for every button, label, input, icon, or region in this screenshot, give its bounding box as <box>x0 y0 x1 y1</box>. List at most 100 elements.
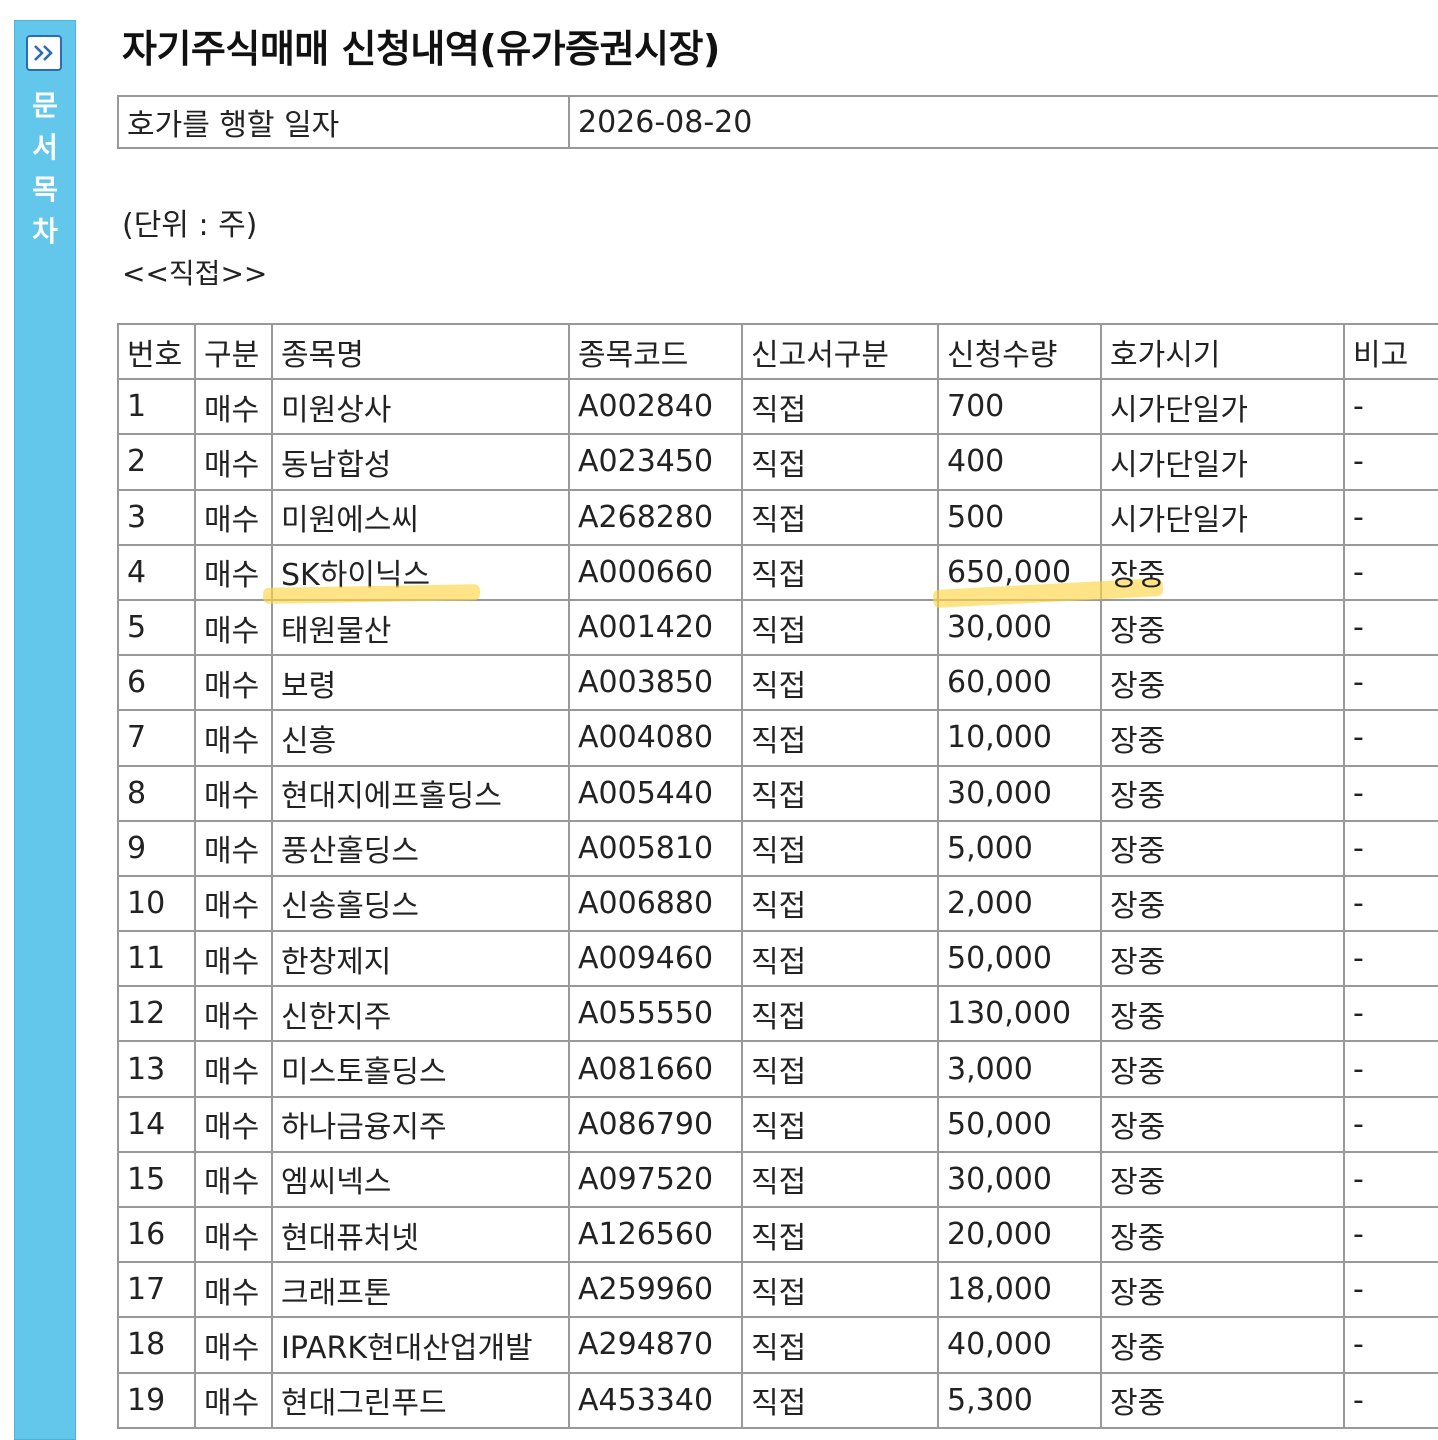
cell-note-text: - <box>1353 1327 1364 1363</box>
toc-label-char: 목 <box>32 173 58 206</box>
cell-name: 크래프톤 <box>271 1261 570 1319</box>
cell-note-text: - <box>1353 996 1364 1032</box>
cell-report: 직접 <box>741 874 939 933</box>
cell-timing-text: 시가단일가 <box>1110 447 1248 483</box>
cell-code-text: A005440 <box>578 775 714 811</box>
page-title: 자기주식매매 신청내역(유가증권시장) <box>122 27 720 71</box>
cell-name-text: 미원에스씨 <box>281 503 419 539</box>
cell-report: 직접 <box>741 598 939 657</box>
cell-qty-text: 30,000 <box>947 1161 1052 1197</box>
cell-no: 6 <box>117 654 196 712</box>
cell-code: A453340 <box>568 1371 743 1429</box>
cell-name: 미스토홀딩스 <box>271 1040 570 1098</box>
cell-qty: 60,000 <box>937 654 1102 712</box>
cell-name: SK하이닉스 <box>271 543 570 601</box>
toc-label[interactable]: 문 서 목 차 <box>15 85 75 253</box>
cell-code-text: A002840 <box>578 389 714 425</box>
toc-label-char: 서 <box>32 131 58 164</box>
cell-timing: 장중 <box>1100 1371 1345 1429</box>
cell-name-text: 하나금융지주 <box>281 1110 447 1146</box>
cell-code-text: A023450 <box>578 444 714 480</box>
cell-name: 엠씨넥스 <box>271 1150 570 1209</box>
cell-note-text: - <box>1353 444 1364 480</box>
cell-no: 7 <box>117 709 196 767</box>
cell-type-text: 매수 <box>204 723 260 759</box>
cell-type-text: 매수 <box>204 1220 260 1256</box>
table-row: 16 매수 현대퓨처넷 A126560 직접 20,000 장중 - <box>117 1205 1438 1264</box>
order-date-label: 호가를 행할 일자 <box>117 95 570 149</box>
cell-code-text: A126560 <box>578 1217 714 1253</box>
cell-code-text: A004080 <box>578 720 714 756</box>
order-date-row: 호가를 행할 일자 2026-08-20 <box>117 95 1438 149</box>
cell-type: 매수 <box>194 819 273 877</box>
cell-timing-text: 장중 <box>1110 723 1166 759</box>
cell-report-text: 직접 <box>751 944 807 980</box>
cell-qty-text: 650,000 <box>947 554 1072 590</box>
cell-qty-text: 130,000 <box>947 996 1072 1032</box>
cell-no-text: 16 <box>127 1217 166 1253</box>
cell-no-text: 15 <box>127 1161 166 1197</box>
cell-code-text: A001420 <box>578 610 714 646</box>
cell-code-text: A006880 <box>578 885 714 921</box>
cell-name: 보령 <box>271 654 570 712</box>
cell-timing: 장중 <box>1100 1040 1345 1098</box>
cell-qty: 5,000 <box>937 819 1102 877</box>
cell-report: 직접 <box>741 1205 939 1264</box>
cell-name: 하나금융지주 <box>271 1095 570 1153</box>
cell-type-text: 매수 <box>204 1110 260 1146</box>
cell-report: 직접 <box>741 985 939 1043</box>
cell-timing-text: 장중 <box>1110 999 1166 1035</box>
cell-code: A081660 <box>568 1040 743 1098</box>
cell-qty: 5,300 <box>937 1371 1102 1429</box>
table-row: 7 매수 신흥 A004080 직접 10,000 장중 - <box>117 709 1438 767</box>
cell-code: A005810 <box>568 819 743 877</box>
cell-note-text: - <box>1353 610 1364 646</box>
cell-no-text: 5 <box>127 610 147 646</box>
cell-qty-text: 3,000 <box>947 1051 1033 1087</box>
cell-name-text: 현대그린푸드 <box>281 1386 447 1422</box>
cell-code-text: A097520 <box>578 1161 714 1197</box>
cell-type: 매수 <box>194 874 273 933</box>
cell-code-text: A294870 <box>578 1327 714 1363</box>
cell-timing: 장중 <box>1100 819 1345 877</box>
cell-qty: 500 <box>937 488 1102 546</box>
double-chevron-right-icon[interactable] <box>26 35 62 71</box>
cell-timing-text: 시가단일가 <box>1110 392 1248 428</box>
cell-timing: 장중 <box>1100 543 1345 601</box>
cell-no-text: 9 <box>127 830 147 866</box>
cell-note-text: - <box>1353 1106 1364 1142</box>
cell-type-text: 매수 <box>204 834 260 870</box>
cell-type: 매수 <box>194 1316 273 1374</box>
cell-note-text: - <box>1353 1382 1364 1418</box>
cell-type: 매수 <box>194 1040 273 1098</box>
cell-qty: 3,000 <box>937 1040 1102 1098</box>
cell-note-text: - <box>1353 499 1364 535</box>
column-header-note: 비고 <box>1343 322 1438 381</box>
cell-report-text: 직접 <box>751 889 807 925</box>
cell-report: 직접 <box>741 1150 939 1209</box>
cell-timing: 장중 <box>1100 654 1345 712</box>
cell-no-text: 3 <box>127 499 147 535</box>
cell-timing: 장중 <box>1100 1095 1345 1153</box>
cell-qty: 30,000 <box>937 764 1102 822</box>
cell-type: 매수 <box>194 985 273 1043</box>
cell-no-text: 2 <box>127 444 147 480</box>
cell-qty: 50,000 <box>937 1095 1102 1153</box>
cell-note: - <box>1343 1040 1438 1098</box>
cell-note: - <box>1343 930 1438 988</box>
cell-report-text: 직접 <box>751 999 807 1035</box>
cell-report-text: 직접 <box>751 503 807 539</box>
cell-report-text: 직접 <box>751 1220 807 1256</box>
cell-type-text: 매수 <box>204 1386 260 1422</box>
cell-type-text: 매수 <box>204 889 260 925</box>
cell-qty-text: 5,000 <box>947 830 1033 866</box>
cell-type-text: 매수 <box>204 779 260 815</box>
cell-report: 직접 <box>741 930 939 988</box>
cell-type-text: 매수 <box>204 558 260 594</box>
table-row: 17 매수 크래프톤 A259960 직접 18,000 장중 - <box>117 1261 1438 1319</box>
cell-type-text: 매수 <box>204 1330 260 1366</box>
cell-timing: 시가단일가 <box>1100 488 1345 546</box>
cell-report: 직접 <box>741 433 939 491</box>
cell-qty: 30,000 <box>937 1150 1102 1209</box>
cell-note: - <box>1343 1371 1438 1429</box>
